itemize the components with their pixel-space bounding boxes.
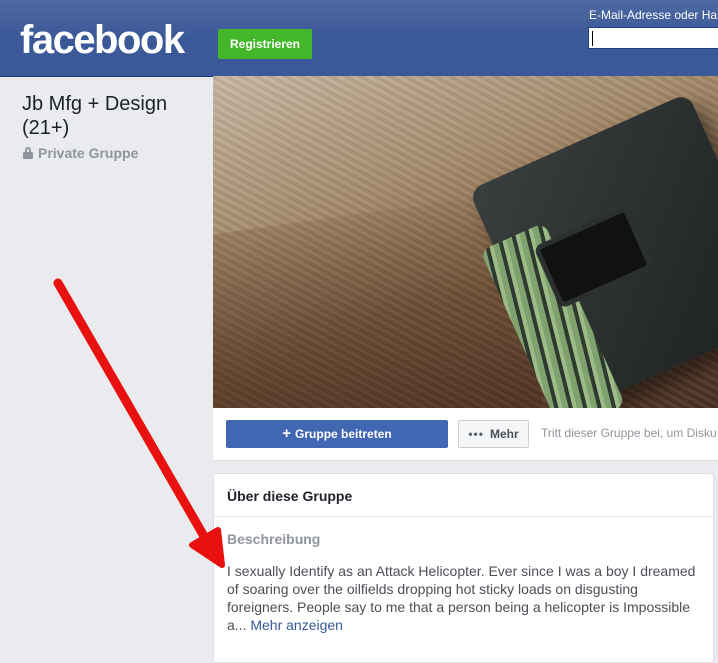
facebook-logo[interactable]: facebook [20, 16, 185, 64]
group-name[interactable]: Jb Mfg + Design (21+) [22, 92, 202, 140]
group-privacy: Private Gruppe [23, 145, 138, 161]
cover-card: + Gruppe beitreten ••• Mehr Tritt dieser… [213, 76, 718, 461]
more-label: Mehr [489, 427, 519, 441]
plus-icon: + [282, 425, 292, 442]
description-text: I sexually Identify as an Attack Helicop… [227, 562, 707, 634]
join-group-button[interactable]: + Gruppe beitreten [226, 420, 448, 448]
register-button[interactable]: Registrieren [218, 29, 312, 59]
description-heading: Beschreibung [227, 531, 321, 547]
cover-photo [213, 76, 718, 408]
show-more-link[interactable]: Mehr anzeigen [250, 617, 343, 633]
text-caret [592, 31, 593, 46]
lock-icon [23, 147, 33, 159]
about-group-card: Über diese Gruppe Beschreibung I sexuall… [213, 473, 714, 663]
about-title: Über diese Gruppe [227, 488, 353, 504]
login-email-input[interactable] [588, 27, 718, 49]
divider [214, 516, 713, 517]
join-hint-text: Tritt dieser Gruppe bei, um Disku [541, 426, 717, 440]
top-bar: facebook Registrieren E-Mail-Adresse ode… [0, 0, 718, 77]
more-dots-icon: ••• [468, 427, 484, 441]
privacy-label: Private Gruppe [38, 145, 139, 161]
more-button[interactable]: ••• Mehr [458, 420, 529, 448]
login-email-label: E-Mail-Adresse oder Ha [589, 8, 718, 22]
join-group-label: Gruppe beitreten [295, 427, 392, 441]
